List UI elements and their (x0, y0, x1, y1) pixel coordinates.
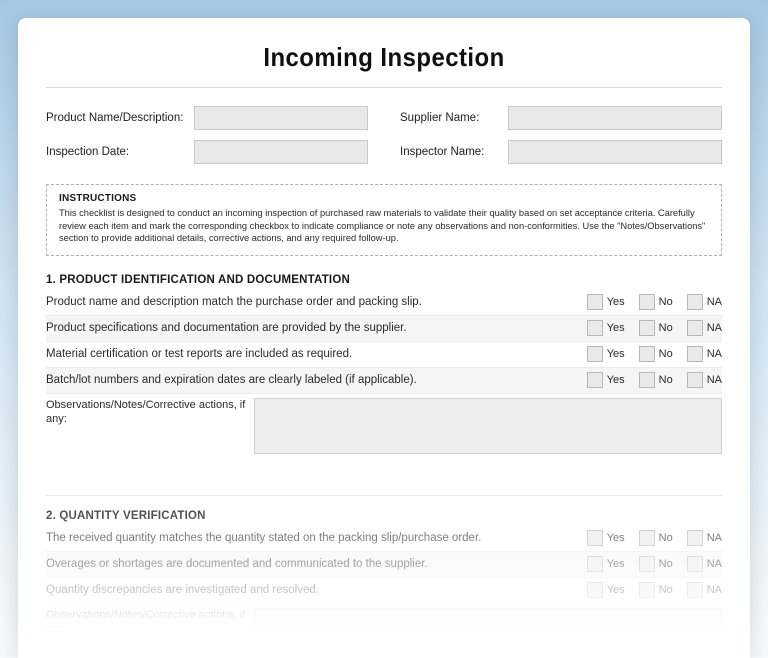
option-yes-label: Yes (607, 558, 625, 570)
inspection-date-label: Inspection Date: (46, 146, 186, 158)
field-inspector-name: Inspector Name: (400, 140, 722, 164)
header-fields: Product Name/Description: Supplier Name:… (46, 106, 722, 164)
checkbox-yes[interactable] (587, 320, 603, 336)
field-product-name: Product Name/Description: (46, 106, 368, 130)
checklist-options: Yes No NA (587, 556, 722, 572)
checkbox-no[interactable] (639, 346, 655, 362)
section-spacer (46, 468, 722, 496)
option-no-label: No (659, 296, 673, 308)
checkbox-na[interactable] (687, 294, 703, 310)
checkbox-yes[interactable] (587, 530, 603, 546)
option-yes-label: Yes (607, 296, 625, 308)
option-no-label: No (659, 584, 673, 596)
checklist-row: Overages or shortages are documented and… (46, 552, 722, 578)
checkbox-no[interactable] (639, 556, 655, 572)
checklist-row: Product specifications and documentation… (46, 316, 722, 342)
checklist-item-text: Product name and description match the p… (46, 296, 587, 308)
checkbox-no[interactable] (639, 530, 655, 546)
checkbox-yes[interactable] (587, 346, 603, 362)
product-name-label: Product Name/Description: (46, 112, 186, 124)
checklist-row: Material certification or test reports a… (46, 342, 722, 368)
option-na-label: NA (707, 296, 722, 308)
observations-input[interactable] (254, 398, 722, 454)
observations-label: Observations/Notes/Corrective actions, i… (46, 608, 246, 658)
checkbox-yes[interactable] (587, 294, 603, 310)
option-na-label: NA (707, 348, 722, 360)
checkbox-no[interactable] (639, 294, 655, 310)
checkbox-na[interactable] (687, 346, 703, 362)
option-yes-label: Yes (607, 374, 625, 386)
checklist-item-text: Batch/lot numbers and expiration dates a… (46, 374, 587, 386)
page-title: Incoming Inspection (73, 42, 695, 73)
option-no-label: No (659, 532, 673, 544)
option-yes-label: Yes (607, 348, 625, 360)
checklist-item-text: Product specifications and documentation… (46, 322, 587, 334)
checkbox-no[interactable] (639, 372, 655, 388)
checklist-item-text: Overages or shortages are documented and… (46, 558, 587, 570)
checklist-row: Product name and description match the p… (46, 290, 722, 316)
title-divider (46, 87, 722, 88)
checklist-options: Yes No NA (587, 530, 722, 546)
checklist-item-text: Material certification or test reports a… (46, 348, 587, 360)
checkbox-na[interactable] (687, 582, 703, 598)
instructions-box: INSTRUCTIONS This checklist is designed … (46, 184, 722, 256)
observations-row: Observations/Notes/Corrective actions, i… (46, 398, 722, 468)
checklist-row: Quantity discrepancies are investigated … (46, 578, 722, 604)
option-no-label: No (659, 322, 673, 334)
supplier-name-label: Supplier Name: (400, 112, 500, 124)
option-na-label: NA (707, 558, 722, 570)
observations-input[interactable] (254, 608, 722, 658)
observations-label: Observations/Notes/Corrective actions, i… (46, 398, 246, 454)
checkbox-yes[interactable] (587, 372, 603, 388)
checklist-options: Yes No NA (587, 582, 722, 598)
option-yes-label: Yes (607, 584, 625, 596)
option-na-label: NA (707, 532, 722, 544)
field-supplier-name: Supplier Name: (400, 106, 722, 130)
option-no-label: No (659, 558, 673, 570)
observations-row: Observations/Notes/Corrective actions, i… (46, 608, 722, 658)
section-2-title: 2. QUANTITY VERIFICATION (46, 510, 722, 522)
checklist-options: Yes No NA (587, 294, 722, 310)
checkbox-no[interactable] (639, 320, 655, 336)
checklist-options: Yes No NA (587, 372, 722, 388)
option-yes-label: Yes (607, 322, 625, 334)
option-na-label: NA (707, 374, 722, 386)
inspection-date-input[interactable] (194, 140, 368, 164)
inspector-name-input[interactable] (508, 140, 722, 164)
supplier-name-input[interactable] (508, 106, 722, 130)
checklist-item-text: Quantity discrepancies are investigated … (46, 584, 587, 596)
checklist-options: Yes No NA (587, 346, 722, 362)
checkbox-na[interactable] (687, 556, 703, 572)
checklist-row: The received quantity matches the quanti… (46, 526, 722, 552)
checkbox-yes[interactable] (587, 582, 603, 598)
option-no-label: No (659, 374, 673, 386)
inspection-form-page: Incoming Inspection Product Name/Descrip… (18, 18, 750, 658)
product-name-input[interactable] (194, 106, 368, 130)
inspector-name-label: Inspector Name: (400, 146, 500, 158)
field-inspection-date: Inspection Date: (46, 140, 368, 164)
section-1-title: 1. PRODUCT IDENTIFICATION AND DOCUMENTAT… (46, 274, 722, 286)
checkbox-yes[interactable] (587, 556, 603, 572)
checklist-row: Batch/lot numbers and expiration dates a… (46, 368, 722, 394)
checkbox-no[interactable] (639, 582, 655, 598)
checklist-options: Yes No NA (587, 320, 722, 336)
checkbox-na[interactable] (687, 372, 703, 388)
option-na-label: NA (707, 322, 722, 334)
instructions-heading: INSTRUCTIONS (59, 193, 709, 204)
checkbox-na[interactable] (687, 320, 703, 336)
checklist-item-text: The received quantity matches the quanti… (46, 532, 587, 544)
option-na-label: NA (707, 584, 722, 596)
option-yes-label: Yes (607, 532, 625, 544)
option-no-label: No (659, 348, 673, 360)
instructions-body: This checklist is designed to conduct an… (59, 207, 709, 245)
checkbox-na[interactable] (687, 530, 703, 546)
